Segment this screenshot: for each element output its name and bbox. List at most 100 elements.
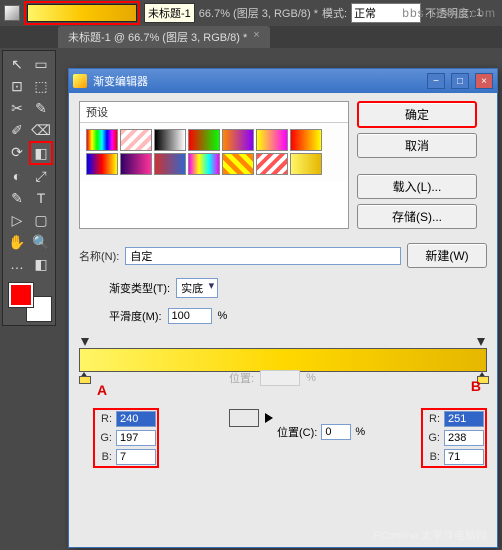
document-tooltip: 未标题-1: [144, 3, 195, 23]
heal-tool[interactable]: ✐: [5, 119, 29, 141]
r-label-a: R:: [96, 413, 112, 425]
stop-color-chip[interactable]: [229, 409, 259, 427]
shape-tool[interactable]: ▢: [29, 209, 53, 231]
extra-tool-1[interactable]: …: [5, 253, 29, 275]
b-label-b: B:: [424, 451, 440, 463]
preset-swatch-13[interactable]: [290, 153, 322, 175]
gradient-type-label: 渐变类型(T):: [109, 280, 170, 296]
cancel-button[interactable]: 取消: [357, 133, 477, 158]
foreground-color-swatch[interactable]: [9, 283, 33, 307]
color-stop-a[interactable]: [79, 372, 89, 384]
document-tab[interactable]: 未标题-1 @ 66.7% (图层 3, RGB/8) * ×: [58, 26, 270, 48]
opacity-stop-right[interactable]: [477, 338, 485, 346]
r-input-a[interactable]: [116, 411, 156, 427]
options-bar: 未标题-1 66.7% (图层 3, RGB/8) * 模式: 正常 不透明度:…: [0, 0, 502, 26]
crop-tool[interactable]: ✂: [5, 97, 29, 119]
brush-tool[interactable]: ⌫: [29, 119, 53, 141]
location2-input[interactable]: [321, 424, 351, 440]
ok-button[interactable]: 确定: [357, 101, 477, 128]
clone-tool[interactable]: ⟳: [5, 141, 29, 163]
extra-tool-2[interactable]: ◧: [29, 253, 53, 275]
gradient-tool[interactable]: ◧: [29, 141, 53, 165]
dialog-icon: [73, 74, 87, 88]
preset-panel: 预设: [79, 101, 349, 229]
gradient-bar[interactable]: [79, 348, 487, 372]
move-tool[interactable]: ↖: [5, 53, 29, 75]
preset-swatch-10[interactable]: [188, 153, 220, 175]
gradient-type-select[interactable]: 实底: [176, 278, 218, 298]
zoom-tool[interactable]: 🔍: [29, 231, 53, 253]
b-label-a: B:: [96, 451, 112, 463]
r-input-b[interactable]: [444, 411, 484, 427]
preset-swatch-8[interactable]: [120, 153, 152, 175]
hand-tool[interactable]: ✋: [5, 231, 29, 253]
r-label-b: R:: [424, 413, 440, 425]
wand-tool[interactable]: ⬚: [29, 75, 53, 97]
smoothness-input[interactable]: [168, 308, 212, 324]
color-swatches: [5, 279, 53, 323]
rgb-column-a: R: G: B:: [96, 411, 156, 465]
doc-info-text: 66.7% (图层 3, RGB/8) *: [199, 5, 318, 21]
annotation-a: A: [97, 382, 107, 398]
location-pct-disabled: %: [306, 372, 316, 384]
preset-swatch-2[interactable]: [154, 129, 186, 151]
opacity-stop-left[interactable]: [81, 338, 89, 346]
eyedropper-tool[interactable]: ✎: [29, 97, 53, 119]
b-input-b[interactable]: [444, 449, 484, 465]
marquee-tool[interactable]: ▭: [29, 53, 53, 75]
path-tool[interactable]: ▷: [5, 209, 29, 231]
tool-preset-icon[interactable]: [4, 5, 20, 21]
gradient-preview[interactable]: [27, 4, 137, 22]
preset-label: 预设: [80, 102, 348, 122]
dodge-tool[interactable]: ⤢: [29, 165, 53, 187]
preset-swatch-6[interactable]: [290, 129, 322, 151]
mode-label: 模式:: [322, 5, 347, 21]
g-label-b: G:: [424, 432, 440, 444]
new-button[interactable]: 新建(W): [407, 243, 487, 268]
watermark-footer: PConline 太平洋电脑网: [373, 527, 487, 543]
load-button[interactable]: 载入(L)...: [357, 174, 477, 199]
preset-swatch-11[interactable]: [222, 153, 254, 175]
maximize-button[interactable]: □: [451, 73, 469, 89]
gradient-preview-highlight: [24, 1, 140, 25]
blend-mode-select[interactable]: 正常: [351, 3, 421, 23]
document-tab-bar: 未标题-1 @ 66.7% (图层 3, RGB/8) * ×: [0, 26, 502, 48]
save-button[interactable]: 存储(S)...: [357, 204, 477, 229]
preset-swatch-0[interactable]: [86, 129, 118, 151]
preset-swatch-9[interactable]: [154, 153, 186, 175]
g-input-a[interactable]: [116, 430, 156, 446]
tab-title: 未标题-1 @ 66.7% (图层 3, RGB/8) *: [68, 29, 247, 45]
annotation-b: B: [471, 378, 481, 394]
color-picker-arrow-icon[interactable]: [265, 413, 273, 423]
name-input[interactable]: [125, 247, 401, 265]
location-label-disabled: 位置:: [229, 370, 254, 386]
close-button[interactable]: ×: [475, 73, 493, 89]
percent-sign: %: [218, 310, 228, 322]
opacity-value[interactable]: 1: [476, 7, 482, 19]
preset-grid: [80, 122, 348, 181]
dialog-titlebar[interactable]: 渐变编辑器 − □ ×: [69, 69, 497, 93]
tool-panel: ↖ ▭ ⊡ ⬚ ✂ ✎ ✐ ⌫ ⟳ ◧ ◐ ⤢ ✎ T ▷ ▢ ✋ 🔍 … ◧: [2, 50, 56, 326]
tab-close-icon[interactable]: ×: [253, 29, 259, 45]
b-input-a[interactable]: [116, 449, 156, 465]
preset-swatch-5[interactable]: [256, 129, 288, 151]
rgb-column-b: R: G: B:: [424, 411, 484, 465]
blur-tool[interactable]: ◐: [5, 165, 29, 187]
preset-swatch-4[interactable]: [222, 129, 254, 151]
preset-swatch-3[interactable]: [188, 129, 220, 151]
g-label-a: G:: [96, 432, 112, 444]
minimize-button[interactable]: −: [427, 73, 445, 89]
location-input-disabled: [260, 370, 300, 386]
pen-tool[interactable]: ✎: [5, 187, 29, 209]
rgb-b-highlight: R: G: B:: [421, 408, 487, 468]
opacity-label: 不透明度:: [425, 5, 472, 21]
smoothness-label: 平滑度(M):: [109, 308, 162, 324]
location2-label: 位置(C):: [277, 424, 317, 440]
lasso-tool[interactable]: ⊡: [5, 75, 29, 97]
rgb-a-highlight: R: G: B:: [93, 408, 159, 468]
preset-swatch-7[interactable]: [86, 153, 118, 175]
g-input-b[interactable]: [444, 430, 484, 446]
type-tool[interactable]: T: [29, 187, 53, 209]
preset-swatch-12[interactable]: [256, 153, 288, 175]
preset-swatch-1[interactable]: [120, 129, 152, 151]
